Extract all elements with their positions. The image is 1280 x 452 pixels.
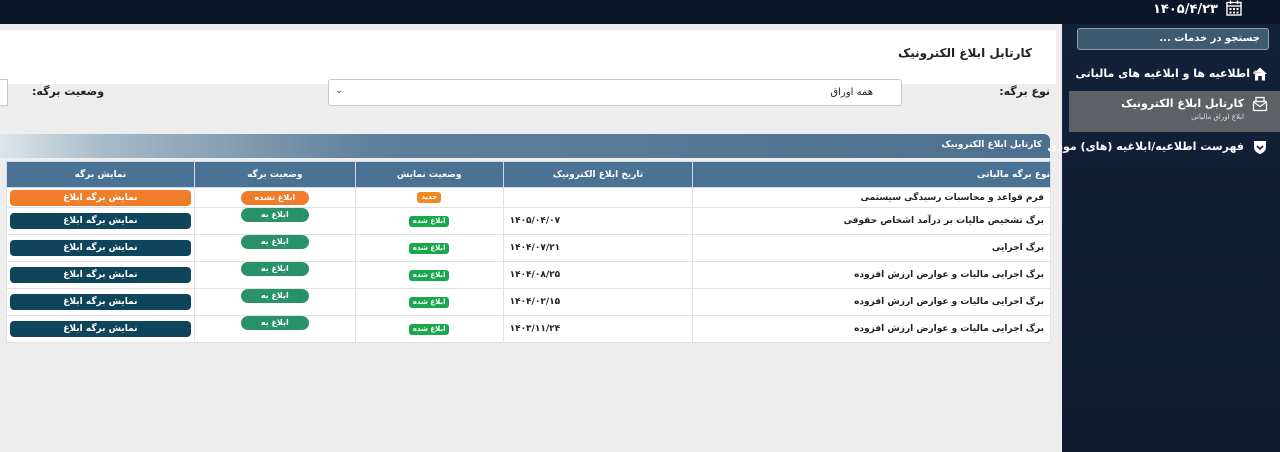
notice-date-cell: ۱۴۰۵/۰۴/۰۷ (502, 207, 694, 235)
notice-date-cell: ۱۴۰۴/۰۷/۲۱ (502, 234, 694, 262)
display-status-cell: ابلاغ شده (354, 234, 504, 262)
col-sheet-type[interactable]: نوع برگه مالیاتی (692, 161, 1051, 188)
top-bar: ۱۴۰۵/۴/۲۳ (0, 0, 1280, 24)
status-pill: ابلاغ به مودی (240, 235, 309, 260)
sheet-status-cell: ابلاغ نشده (193, 187, 356, 208)
status-pill: ابلاغ به مودی (240, 316, 309, 341)
sheet-type-cell: برگ اجرایی (692, 234, 1051, 262)
sidebar-item-notices[interactable]: اطلاعیه ها و ابلاغیه های مالیاتی ← (1062, 64, 1280, 86)
search-placeholder: جستجو در خدمات ... (1159, 33, 1260, 44)
display-status-cell: ابلاغ شده (354, 207, 504, 235)
view-notice-button[interactable]: نمایش برگه ابلاغ (10, 294, 191, 310)
notified-badge: ابلاغ شده (408, 269, 450, 281)
arrow-icon: ← (1252, 66, 1262, 79)
sidebar-item-label: اطلاعیه ها و ابلاغیه های مالیاتی (1075, 67, 1250, 80)
chevron-down-icon: ⌄ (335, 85, 344, 96)
display-status-cell: ابلاغ شده (354, 288, 504, 316)
table-row[interactable]: برگ تشخیص مالیات بر درآمد اشخاص حقوقی ۱۴… (6, 207, 1051, 235)
sidebar-item-label: فهرست اطلاعیه/ابلاغیه (های) مودی (1047, 140, 1244, 153)
status-pill: ابلاغ به مودی (240, 208, 309, 233)
sheet-type-cell: برگ اجرایی مالیات و عوارض ارزش افزوده (692, 315, 1051, 343)
sidebar-item-sublabel: ابلاغ اوراق مالیاتی (1191, 113, 1244, 121)
view-cell: نمایش برگه ابلاغ (6, 288, 195, 316)
sheet-status-cell: ابلاغ به مودی (193, 261, 356, 289)
view-cell: نمایش برگه ابلاغ (6, 315, 195, 343)
notice-date-cell: ۱۴۰۳/۱۱/۲۴ (502, 315, 694, 343)
view-notice-button[interactable]: نمایش برگه ابلاغ (10, 267, 191, 283)
page-title: کارتابل ابلاغ الکترونیک (897, 46, 1032, 60)
display-status-cell: ابلاغ شده (354, 261, 504, 289)
table-row[interactable]: برگ اجرایی ۱۴۰۴/۰۷/۲۱ ابلاغ شده ابلاغ به… (6, 234, 1051, 262)
shield-icon (1254, 141, 1266, 154)
current-date: ۱۴۰۵/۴/۲۳ (1152, 2, 1218, 17)
col-display-status[interactable]: وضعیت نمایش (354, 161, 504, 188)
status-pill: ابلاغ به مودی (240, 262, 309, 287)
notified-badge: ابلاغ شده (408, 296, 450, 308)
sheet-type-value: همه اوراق (830, 87, 873, 98)
sidebar-item-e-notice-inbox[interactable]: کارتابل ابلاغ الکترونیک ابلاغ اوراق مالی… (1069, 91, 1280, 132)
mail-icon (1252, 96, 1268, 112)
view-cell: نمایش برگه ابلاغ (6, 207, 195, 235)
sheet-type-cell: فرم قواعد و محاسبات رسیدگی سیستمی (692, 187, 1051, 208)
sheet-status-cell: ابلاغ به مودی (193, 234, 356, 262)
sheet-status-cell: ابلاغ به مودی (193, 315, 356, 343)
view-cell: نمایش برگه ابلاغ (6, 261, 195, 289)
notified-badge: ابلاغ شده (408, 215, 450, 227)
grid-title-bar: کارتابل ابلاغ الکترونیک (0, 134, 1050, 158)
new-badge: جدید (417, 192, 442, 203)
table-row[interactable]: برگ اجرایی مالیات و عوارض ارزش افزوده ۱۴… (6, 288, 1051, 316)
view-cell: نمایش برگه ابلاغ (6, 234, 195, 262)
table-header-row: نوع برگه مالیاتی تاریخ ابلاغ الکترونیک و… (6, 161, 1051, 188)
main-content: کارتابل ابلاغ الکترونیک نوع برگه: همه او… (0, 24, 1062, 452)
table-row[interactable]: برگ اجرایی مالیات و عوارض ارزش افزوده ۱۴… (6, 315, 1051, 343)
view-notice-button[interactable]: نمایش برگه ابلاغ (10, 240, 191, 256)
display-status-cell: ابلاغ شده (354, 315, 504, 343)
sidebar-item-taxpayer-notices[interactable]: فهرست اطلاعیه/ابلاغیه (های) مودی (1047, 137, 1280, 159)
sheet-status-cell: ابلاغ به مودی (193, 288, 356, 316)
service-search-input[interactable]: جستجو در خدمات ... (1077, 28, 1269, 50)
view-notice-button[interactable]: نمایش برگه ابلاغ (10, 321, 191, 337)
title-strip: کارتابل ابلاغ الکترونیک (0, 30, 1056, 84)
notified-badge: ابلاغ شده (408, 242, 450, 254)
table-row[interactable]: برگ اجرایی مالیات و عوارض ارزش افزوده ۱۴… (6, 261, 1051, 289)
col-notice-date[interactable]: تاریخ ابلاغ الکترونیک (502, 161, 694, 188)
notices-table: نوع برگه مالیاتی تاریخ ابلاغ الکترونیک و… (6, 161, 1051, 343)
sidebar-item-label: کارتابل ابلاغ الکترونیک (1121, 97, 1244, 110)
view-notice-button[interactable]: نمایش برگه ابلاغ (10, 213, 191, 229)
calendar-icon (1226, 0, 1242, 16)
status-pill: ابلاغ به مودی (240, 289, 309, 314)
status-pill: ابلاغ نشده (240, 190, 309, 205)
sheet-type-cell: برگ اجرایی مالیات و عوارض ارزش افزوده (692, 261, 1051, 289)
table-row[interactable]: فرم قواعد و محاسبات رسیدگی سیستمی جدید ا… (6, 187, 1051, 208)
sidebar: جستجو در خدمات ... اطلاعیه ها و ابلاغیه … (1047, 24, 1280, 452)
sheet-type-select[interactable]: همه اوراق ⌄ (328, 79, 902, 106)
sheet-type-label: نوع برگه: (999, 85, 1050, 98)
view-cell: نمایش برگه ابلاغ (6, 187, 195, 208)
notice-date-cell (502, 187, 694, 208)
notice-date-cell: ۱۴۰۴/۰۲/۱۵ (502, 288, 694, 316)
sheet-status-cell: ابلاغ به مودی (193, 207, 356, 235)
sheet-status-select[interactable] (0, 79, 8, 106)
grid-title: کارتابل ابلاغ الکترونیک (941, 140, 1042, 150)
display-status-cell: جدید (354, 187, 504, 208)
col-view-sheet[interactable]: نمایش برگه (6, 161, 195, 188)
notified-badge: ابلاغ شده (408, 323, 450, 335)
notice-date-cell: ۱۴۰۴/۰۸/۲۵ (502, 261, 694, 289)
sheet-type-cell: برگ اجرایی مالیات و عوارض ارزش افزوده (692, 288, 1051, 316)
sheet-status-label: وضعیت برگه: (32, 85, 105, 98)
col-sheet-status[interactable]: وضعیت برگه (193, 161, 356, 188)
sheet-type-cell: برگ تشخیص مالیات بر درآمد اشخاص حقوقی (692, 207, 1051, 235)
view-notice-button[interactable]: نمایش برگه ابلاغ (10, 189, 191, 206)
